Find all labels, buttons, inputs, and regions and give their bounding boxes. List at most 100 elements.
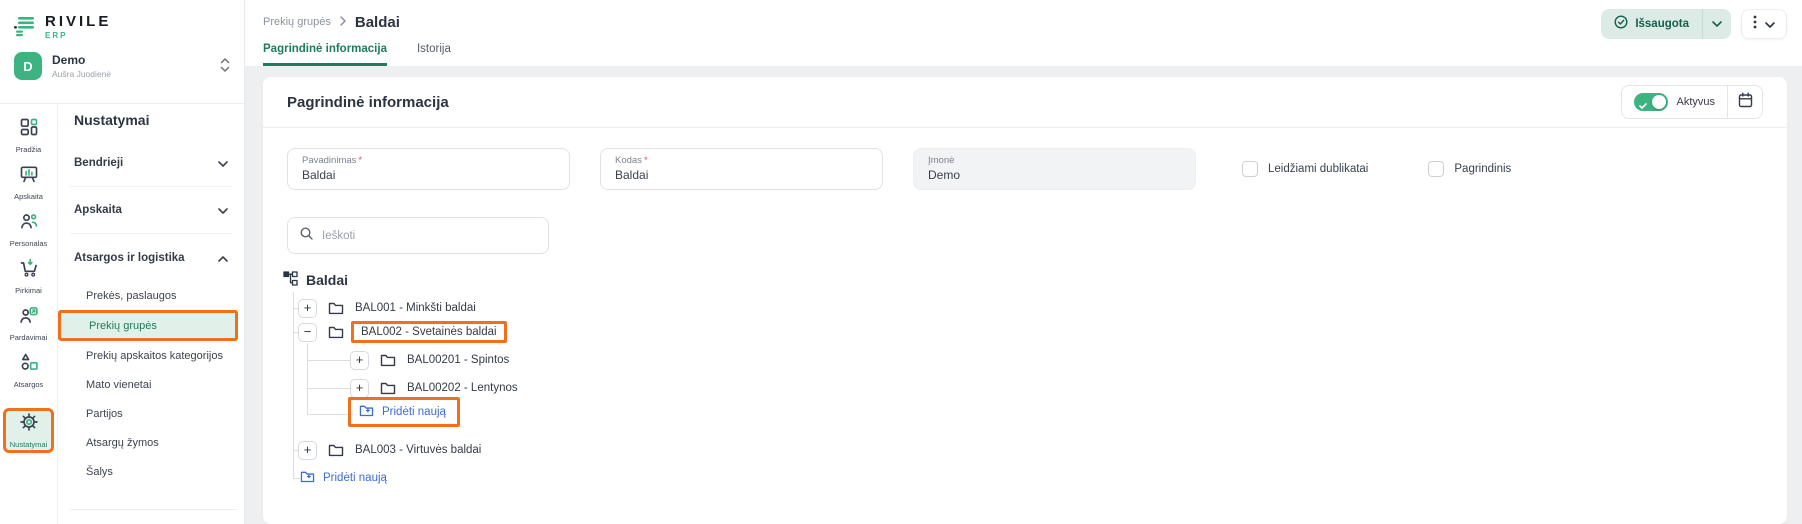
saved-split-button[interactable]: Išsaugota	[1601, 9, 1731, 39]
toggle-switch-on[interactable]	[1634, 93, 1668, 111]
expand-button[interactable]: +	[350, 379, 369, 398]
sidebar-item-partijos[interactable]: Partijos	[70, 399, 232, 428]
annotation-box-orange: Pridėti naują	[348, 397, 460, 427]
name-field[interactable]: Pavadinimas* Baldai	[287, 148, 570, 190]
sidebar-divider	[70, 509, 237, 510]
more-actions-button[interactable]	[1741, 9, 1787, 39]
folder-icon	[328, 443, 344, 457]
menu-title: Nustatymai	[74, 112, 232, 128]
required-mark: *	[644, 155, 648, 166]
tree-connector	[307, 343, 308, 414]
add-new-child-button[interactable]: Pridėti naują	[359, 404, 446, 420]
expand-button[interactable]: +	[298, 441, 317, 460]
logo[interactable]: RIVILE ERP	[0, 0, 244, 42]
tree-node-label[interactable]: BAL00202 - Lentynos	[407, 382, 518, 394]
menu-section-apskaita[interactable]: Apskaita	[70, 187, 232, 234]
tree-node-label[interactable]: BAL001 - Minkšti baldai	[355, 302, 476, 314]
code-field-value: Baldai	[615, 168, 868, 182]
tab-pagrindine-informacija[interactable]: Pagrindinė informacija	[263, 43, 387, 66]
rail-item-nustatymai[interactable]: Nustatymai	[3, 408, 54, 453]
company-field: Įmonė Demo	[913, 148, 1196, 190]
rail-label: Personalas	[10, 239, 48, 248]
sitemap-icon	[283, 271, 298, 289]
name-field-value: Baldai	[302, 168, 555, 182]
user-name: Demo	[52, 53, 111, 67]
card-title: Pagrindinė informacija	[287, 94, 449, 111]
tree-root-label: Baldai	[306, 272, 348, 288]
folder-plus-icon	[359, 404, 374, 420]
sales-icon	[19, 305, 39, 330]
page-title: Baldai	[355, 14, 400, 31]
brand-sub: ERP	[45, 31, 111, 40]
sidebar-item-prekes-paslaugos[interactable]: Prekės, paslaugos	[70, 281, 232, 310]
main-checkbox[interactable]: Pagrindinis	[1428, 161, 1511, 177]
updown-chevron-icon[interactable]	[220, 58, 230, 77]
settings-menu: Nustatymai Bendrieji Apskaita Atsargos i…	[58, 104, 244, 524]
sidebar-item-prekiu-apskaitos-kategorijos[interactable]: Prekių apskaitos kategorijos	[70, 341, 232, 370]
checkbox-unchecked-icon[interactable]	[1242, 161, 1258, 177]
tree-connector	[307, 388, 350, 389]
chevron-down-icon	[218, 154, 228, 172]
saved-dropdown-button[interactable]	[1703, 9, 1731, 39]
tree-root: Baldai	[283, 268, 348, 292]
menu-section-atsargos-ir-logistika[interactable]: Atsargos ir logistika	[70, 234, 232, 281]
app-window: RIVILE ERP D Demo Aušra Juodienė	[0, 0, 1802, 524]
tree-node-label[interactable]: BAL003 - Virtuvės baldai	[355, 444, 481, 456]
user-subtitle: Aušra Juodienė	[52, 69, 111, 79]
search-icon	[300, 227, 313, 245]
rail-item-pardavimai[interactable]: Pardavimai	[0, 300, 57, 347]
tree-add-child-row: Pridėti naują	[348, 400, 460, 424]
breadcrumb-parent[interactable]: Prekių grupės	[263, 16, 331, 28]
user-switcher[interactable]: D Demo Aušra Juodienė	[0, 42, 244, 80]
chevron-down-icon	[1765, 15, 1775, 33]
company-field-value: Demo	[928, 168, 1181, 182]
sidebar-item-salys[interactable]: Šalys	[70, 457, 232, 486]
rail-item-apskaita[interactable]: Apskaita	[0, 159, 57, 206]
inventory-icon	[19, 352, 39, 377]
expand-button[interactable]: +	[350, 351, 369, 370]
sidebar-item-prekiu-grupes[interactable]: Prekių grupės	[58, 310, 238, 341]
active-toggle[interactable]: Aktyvus	[1622, 93, 1727, 111]
folder-icon	[380, 381, 396, 395]
tab-istorija[interactable]: Istorija	[417, 43, 451, 66]
calendar-button[interactable]	[1728, 86, 1762, 118]
tree-connector	[307, 414, 353, 415]
code-field[interactable]: Kodas* Baldai	[600, 148, 883, 190]
tree-node-label[interactable]: BAL002 - Svetainės baldai	[361, 326, 497, 338]
topbar: Prekių grupės Baldai Pagrindinė informac…	[245, 0, 1802, 66]
rail-item-pirkimai[interactable]: Pirkimai	[0, 253, 57, 300]
menu-section-bendrieji[interactable]: Bendrieji	[70, 140, 232, 187]
search-input[interactable]	[322, 230, 536, 242]
expand-button[interactable]: +	[298, 299, 317, 318]
rail-label: Atsargos	[14, 380, 44, 389]
tree-node-bal00201: + BAL00201 - Spintos	[350, 348, 509, 372]
sidebar-item-atsargu-zymos[interactable]: Atsargų žymos	[70, 428, 232, 457]
rail-item-personalas[interactable]: Personalas	[0, 206, 57, 253]
icon-rail: Pradžia Apskaita Personalas Pirkimai Par…	[0, 104, 58, 524]
add-new-root-button[interactable]: Pridėti naują	[300, 470, 387, 486]
rail-label: Pirkimai	[15, 286, 42, 295]
tree-add-root-row: Pridėti naują	[300, 466, 387, 490]
tree-search[interactable]	[287, 217, 549, 254]
chevron-down-icon	[218, 201, 228, 219]
accounting-icon	[19, 164, 39, 189]
purchases-icon	[19, 258, 39, 283]
sidebar-item-mato-vienetai[interactable]: Mato vienetai	[70, 370, 232, 399]
folder-icon	[380, 353, 396, 367]
required-mark: *	[358, 155, 362, 166]
kebab-menu-icon	[1753, 15, 1757, 34]
duplicates-checkbox[interactable]: Leidžiami dublikatai	[1242, 161, 1368, 177]
settings-icon	[19, 412, 39, 437]
collapse-button[interactable]: −	[298, 323, 317, 342]
tree-node-label[interactable]: BAL00201 - Spintos	[407, 354, 509, 366]
rail-label: Nustatymai	[10, 440, 48, 449]
saved-button[interactable]: Išsaugota	[1601, 9, 1702, 39]
checkbox-unchecked-icon[interactable]	[1428, 161, 1444, 177]
chevron-right-icon	[340, 13, 346, 31]
tabs: Pagrindinė informacija Istorija	[263, 43, 451, 66]
rail-item-atsargos[interactable]: Atsargos	[0, 347, 57, 394]
rail-item-pradzia[interactable]: Pradžia	[0, 112, 57, 159]
tree-connector	[293, 478, 300, 479]
brand-name: RIVILE	[45, 13, 111, 30]
breadcrumb: Prekių grupės Baldai	[263, 0, 1802, 31]
